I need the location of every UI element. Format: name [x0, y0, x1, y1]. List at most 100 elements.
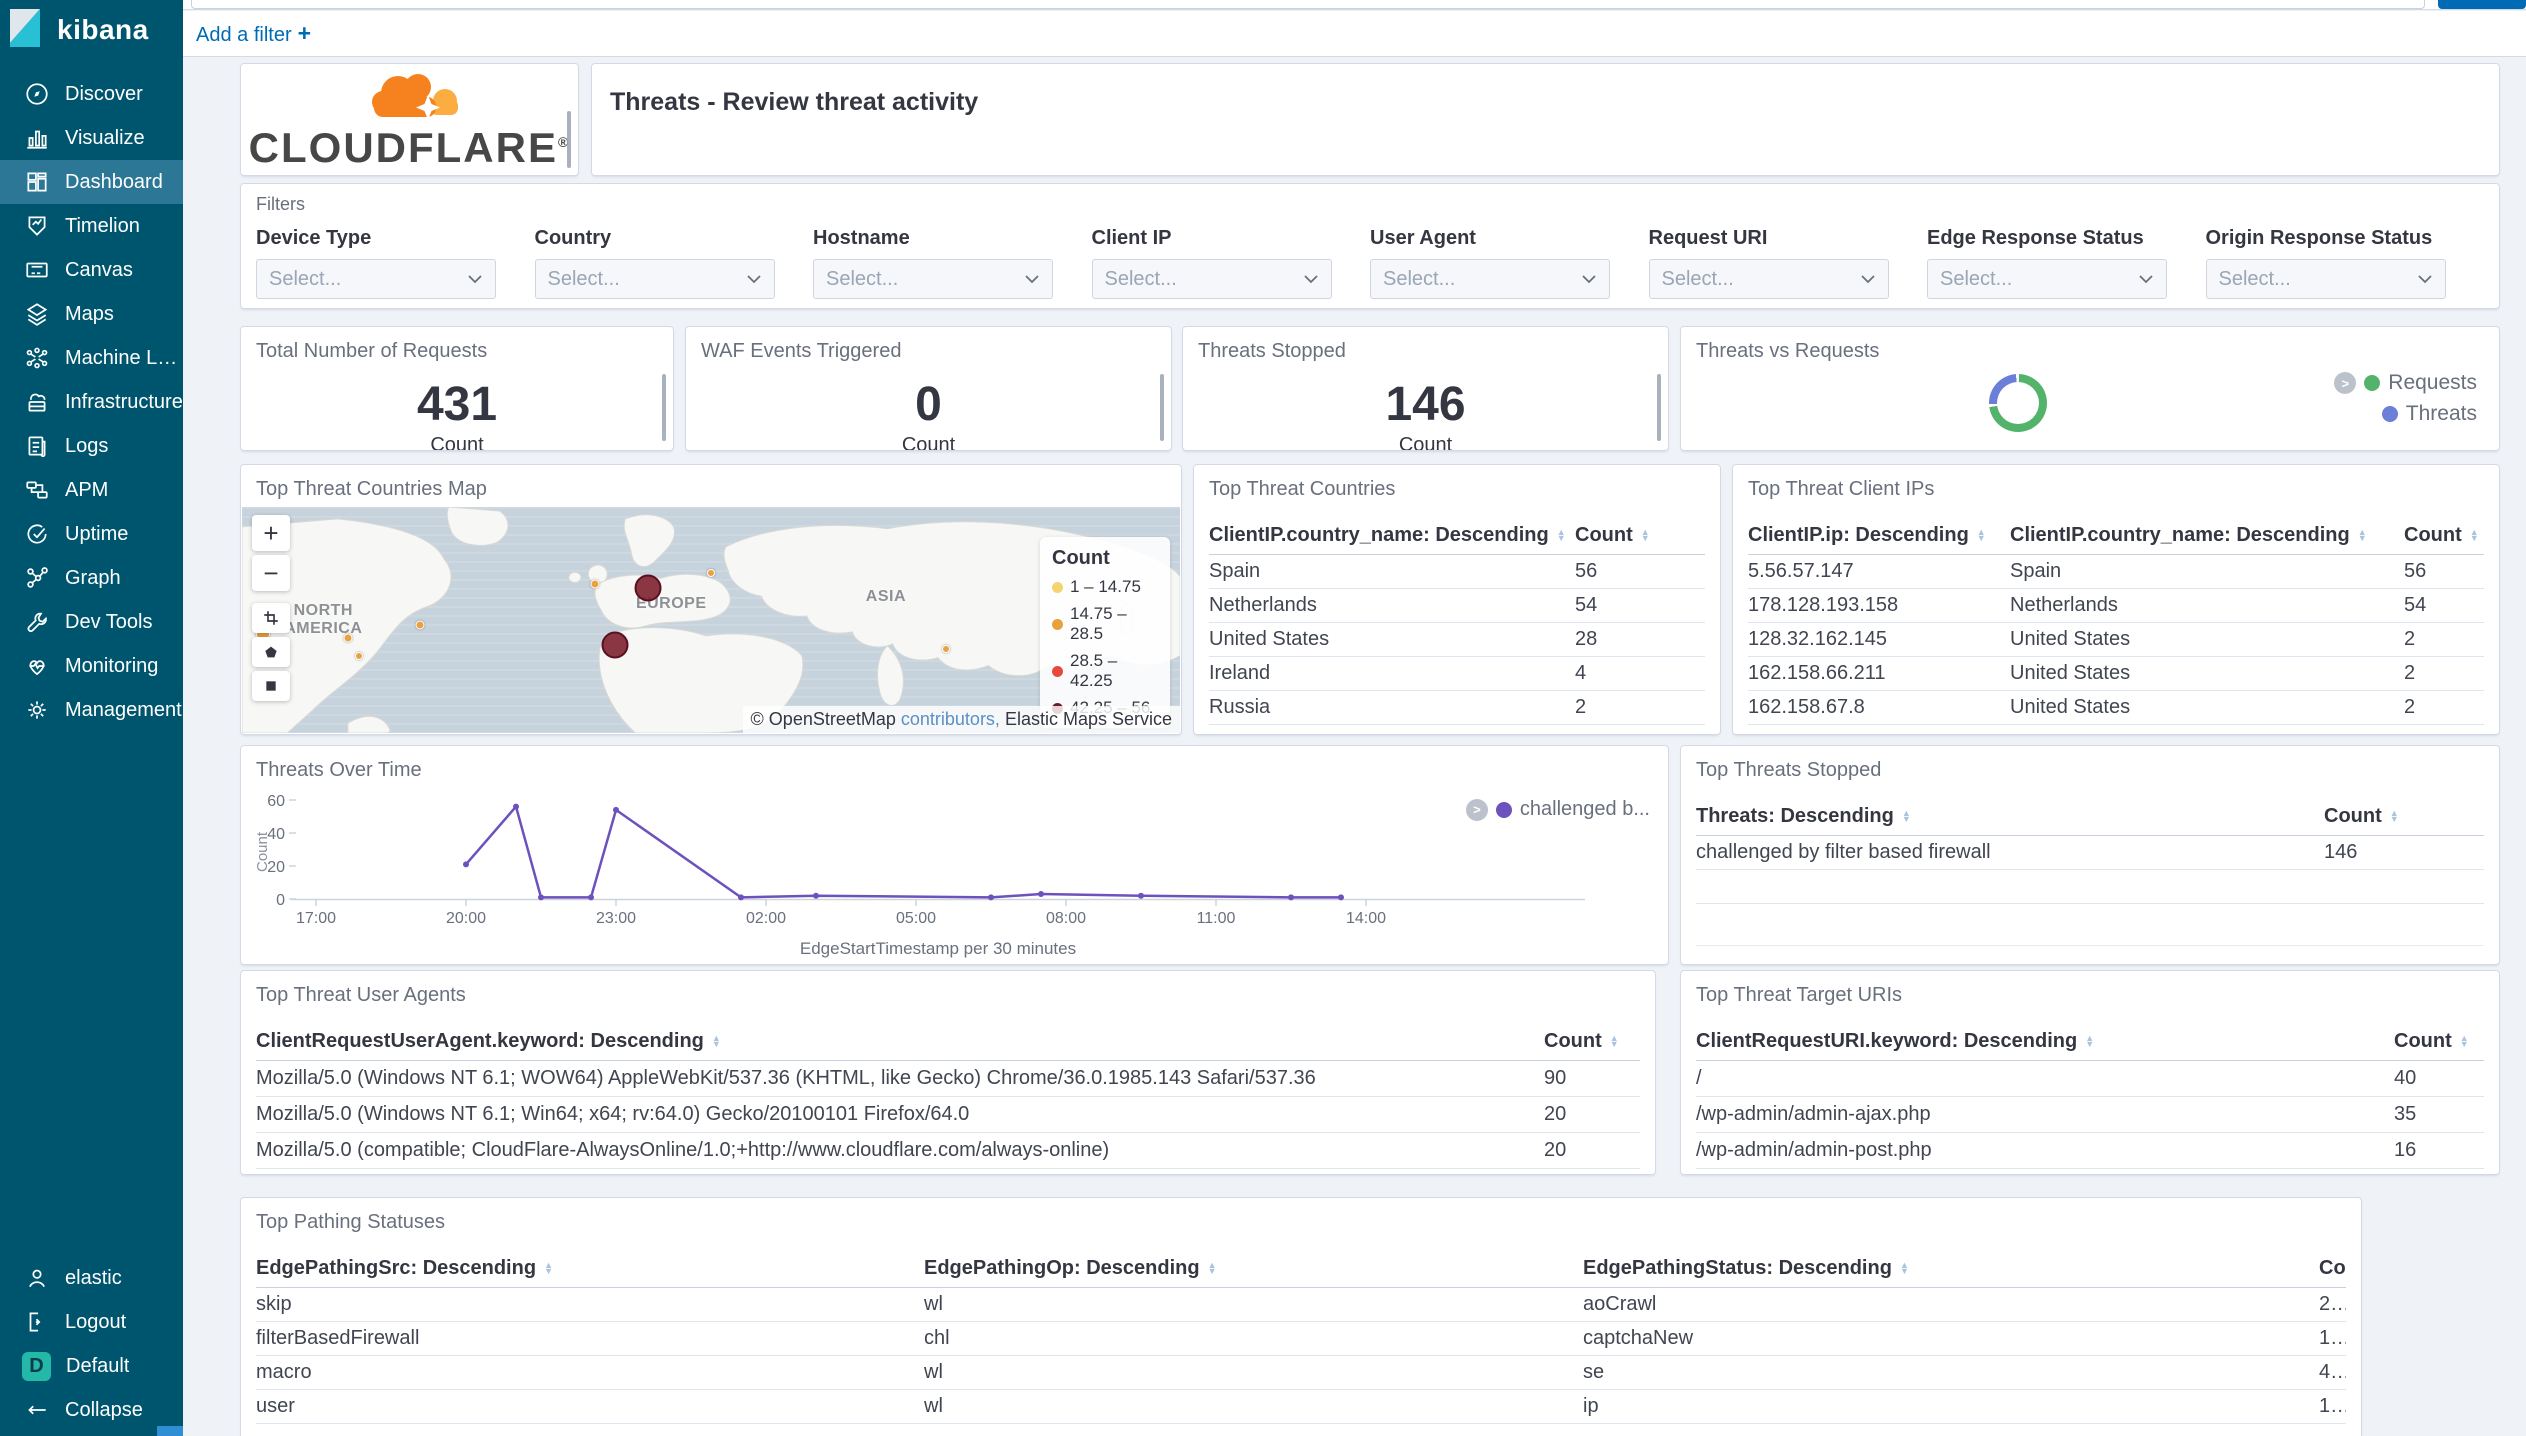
column-header[interactable]: ClientIP.ip: Descending ▲ ▼ [1748, 524, 2010, 547]
sidebar-item-label: Visualize [65, 126, 145, 149]
column-header[interactable]: Count ▲ ▼ [2324, 805, 2484, 828]
sidebar-item-dev-tools[interactable]: Dev Tools [0, 600, 183, 644]
sidebar-item-graph[interactable]: Graph [0, 556, 183, 600]
attribution-link[interactable]: contributors, [901, 709, 1000, 729]
sidebar-item-label: Canvas [65, 258, 133, 281]
table-title: Top Pathing Statuses [256, 1211, 446, 1233]
legend-toggle-icon[interactable]: > [2334, 372, 2357, 394]
sidebar-item-logs[interactable]: Logs [0, 424, 183, 468]
filter-select[interactable]: Select... [1648, 259, 1889, 299]
sidebar-item-label: Timelion [65, 214, 140, 237]
bar-chart-icon [24, 125, 50, 151]
column-header[interactable]: Threats: Descending ▲ ▼ [1696, 805, 2324, 828]
column-header[interactable]: ClientRequestURI.keyword: Descending ▲ ▼ [1696, 1030, 2394, 1053]
sidebar-item-label: Dashboard [65, 170, 163, 193]
sidebar-item-label: Uptime [65, 522, 129, 545]
sidebar-item-logout[interactable]: Logout [0, 1300, 183, 1344]
map-marker-russia[interactable] [707, 568, 715, 577]
chevron-down-icon [2417, 275, 2432, 284]
sidebar-item-label: Dev Tools [65, 610, 153, 633]
sidebar-item-management[interactable]: Management [0, 688, 183, 732]
sidebar-item-label: Graph [65, 566, 121, 589]
filter-select[interactable]: Select... [534, 259, 775, 299]
map-marker-netherlands[interactable] [634, 574, 662, 602]
map-marker-spain[interactable] [601, 631, 629, 659]
chevron-down-icon [1025, 275, 1039, 284]
user-icon [24, 1265, 50, 1291]
sort-icon: ▲ ▼ [1901, 807, 1911, 824]
sort-icon: ▲ ▼ [1609, 1032, 1619, 1049]
table-row: Spain 56 [1209, 555, 1705, 589]
sidebar-item-collapse[interactable]: Collapse [0, 1388, 183, 1432]
sidebar-scrollbar-thumb[interactable] [157, 1426, 183, 1436]
column-header[interactable]: EdgePathingOp: Descending ▲ ▼ [924, 1257, 1583, 1280]
sidebar-item-machine-learning[interactable]: Machine Le... [0, 336, 183, 380]
sidebar-item-dashboard[interactable]: Dashboard [0, 160, 183, 204]
add-filter-link[interactable]: Add a filter + [196, 20, 311, 47]
sidebar-item-canvas[interactable]: Canvas [0, 248, 183, 292]
sidebar-item-monitoring[interactable]: Monitoring [0, 644, 183, 688]
map-marker-uk[interactable] [590, 579, 600, 589]
world-map[interactable]: NORTH AMERICA EUROPE ASIA + − Count 1 – … [242, 507, 1180, 733]
update-button-fragment[interactable] [2438, 0, 2526, 9]
sidebar-item-space-default[interactable]: D Default [0, 1344, 183, 1388]
panel-scrollbar[interactable] [1160, 373, 1164, 442]
metric-title: Total Number of Requests [256, 340, 488, 362]
map-marker-us-east[interactable] [415, 620, 425, 630]
polygon-tool-button[interactable] [252, 637, 290, 667]
zoom-out-button[interactable]: − [252, 555, 290, 591]
map-marker-us-south[interactable] [355, 652, 364, 661]
sidebar-item-timelion[interactable]: Timelion [0, 204, 183, 248]
column-header[interactable]: EdgePathingStatus: Descending ▲ ▼ [1583, 1257, 2319, 1280]
rectangle-tool-button[interactable] [252, 671, 290, 701]
filter-select[interactable]: Select... [1370, 259, 1610, 299]
sidebar-item-infrastructure[interactable]: Infrastructure [0, 380, 183, 424]
map-marker-china[interactable] [941, 645, 950, 654]
panel-scrollbar[interactable] [567, 110, 571, 169]
panel-top-threat-client-ips: Top Threat Client IPs ClientIP.ip: Desce… [1732, 464, 2500, 735]
panel-scrollbar[interactable] [662, 373, 666, 442]
column-header[interactable]: Count ▲ ▼ [2394, 1030, 2484, 1053]
map-marker-us-central[interactable] [343, 633, 353, 643]
table-row [1748, 725, 2484, 734]
sidebar-item-user[interactable]: elastic [0, 1256, 183, 1300]
kibana-logo[interactable]: kibana [0, 0, 183, 60]
apm-icon [24, 477, 50, 503]
column-header[interactable]: EdgePathingSrc: Descending ▲ ▼ [256, 1257, 924, 1280]
sidebar-item-apm[interactable]: APM [0, 468, 183, 512]
filter-select[interactable]: Select... [2205, 259, 2446, 299]
panel-filters: Filters Device Type Select... Country Se… [240, 183, 2500, 309]
column-header[interactable]: Count▼ [2319, 1257, 2346, 1280]
column-header[interactable]: Count ▲ ▼ [1544, 1030, 1640, 1053]
threats-vs-requests-donut[interactable] [1989, 374, 2047, 432]
table-header: ClientRequestUserAgent.keyword: Descendi… [256, 1023, 1640, 1061]
column-header[interactable]: Count ▲ ▼ [1575, 524, 1705, 547]
select-placeholder: Select... [1383, 267, 1456, 290]
filter-select[interactable]: Select... [813, 259, 1053, 299]
filters-panel-title: Filters [256, 194, 305, 214]
canvas-icon [24, 257, 50, 283]
sidebar-item-uptime[interactable]: Uptime [0, 512, 183, 556]
zoom-in-button[interactable]: + [252, 515, 290, 551]
crop-tool-button[interactable] [252, 603, 290, 633]
query-input-fragment[interactable] [191, 0, 2425, 9]
legend-dot-requests [2364, 375, 2381, 391]
sidebar-item-discover[interactable]: Discover [0, 72, 183, 116]
filter-field: Client IP Select... [1091, 227, 1371, 299]
column-header[interactable]: ClientIP.country_name: Descending ▲ ▼ [2010, 524, 2404, 547]
filter-select[interactable]: Select... [256, 259, 496, 299]
column-header[interactable]: ClientRequestUserAgent.keyword: Descendi… [256, 1030, 1544, 1053]
filter-select[interactable]: Select... [1091, 259, 1332, 299]
legend-label[interactable]: Threats [2406, 402, 2477, 426]
panel-scrollbar[interactable] [1657, 373, 1661, 442]
metric-label: Count [430, 434, 484, 451]
map-legend-item: 1 – 14.75 [1052, 577, 1158, 597]
column-header[interactable]: ClientIP.country_name: Descending ▲ ▼ [1209, 524, 1575, 547]
table-row: 128.32.162.145 United States 2 [1748, 623, 2484, 657]
sidebar-item-visualize[interactable]: Visualize [0, 116, 183, 160]
sidebar-item-maps[interactable]: Maps [0, 292, 183, 336]
legend-label[interactable]: Requests [2388, 371, 2477, 395]
filter-field: Hostname Select... [813, 227, 1092, 299]
filter-select[interactable]: Select... [1927, 259, 2167, 299]
column-header[interactable]: Count ▲ ▼ [2404, 524, 2484, 547]
